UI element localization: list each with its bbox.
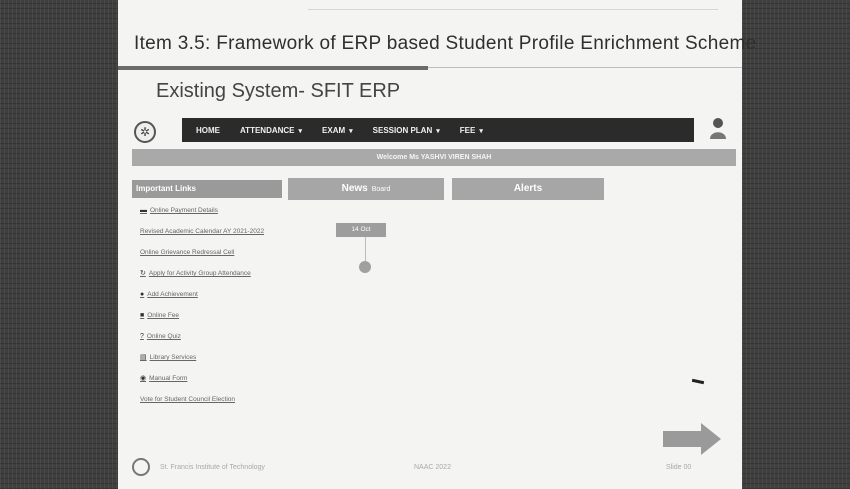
chevron-down-icon: ▾ <box>436 127 440 135</box>
link-add-achievement[interactable]: ● Add Achievement <box>140 290 290 299</box>
chevron-down-icon: ▾ <box>349 127 353 135</box>
card-icon: ▬ <box>140 207 147 214</box>
next-slide-arrow-icon[interactable] <box>663 423 721 455</box>
important-links-header: Important Links <box>132 180 282 198</box>
link-online-fee[interactable]: ■ Online Fee <box>140 311 290 320</box>
question-icon: ? <box>140 333 144 340</box>
college-logo-icon[interactable]: ✲ <box>134 121 156 143</box>
link-online-quiz[interactable]: ? Online Quiz <box>140 332 290 341</box>
link-academic-calendar[interactable]: Revised Academic Calendar AY 2021-2022 <box>140 227 290 236</box>
tab-alerts[interactable]: Alerts <box>452 178 604 200</box>
library-icon: ▤ <box>140 354 147 361</box>
link-student-council-vote[interactable]: Vote for Student Council Election <box>140 395 290 404</box>
footer-institute: St. Francis Institute of Technology <box>160 464 265 471</box>
link-online-payment-details[interactable]: ▬ Online Payment Details <box>140 206 290 215</box>
link-grievance-cell[interactable]: Online Grievance Redressal Cell <box>140 248 290 257</box>
timeline-line <box>365 237 366 262</box>
user-avatar-icon[interactable] <box>708 116 728 140</box>
link-library-services[interactable]: ▤ Library Services <box>140 353 290 362</box>
title-underline-thin <box>428 67 742 68</box>
nav-fee[interactable]: FEE ▾ <box>460 126 483 135</box>
chevron-down-icon: ▾ <box>479 127 483 135</box>
top-navbar: HOME ATTENDANCE ▾ EXAM ▾ SESSION PLAN ▾ FEE… <box>182 118 694 142</box>
top-divider <box>308 9 718 10</box>
nav-home[interactable]: HOME <box>196 126 220 135</box>
right-frame <box>742 0 850 489</box>
refresh-icon: ↻ <box>140 270 146 277</box>
nav-exam[interactable]: EXAM ▾ <box>322 126 353 135</box>
nav-attendance[interactable]: ATTENDANCE ▾ <box>240 126 302 135</box>
square-icon: ■ <box>140 312 145 319</box>
nav-session-plan[interactable]: SESSION PLAN ▾ <box>373 126 440 135</box>
news-date-badge: 14 Oct <box>336 223 386 237</box>
bullet-icon: ● <box>140 291 145 298</box>
title-underline <box>118 66 428 70</box>
welcome-bar: Welcome Ms YASHVI VIREN SHAH <box>132 149 736 166</box>
slide-subtitle: Existing System- SFIT ERP <box>156 80 401 102</box>
link-manual-form[interactable]: ◉ Manual Form <box>140 374 290 383</box>
tab-news[interactable]: News Board <box>288 178 444 200</box>
slide-title: Item 3.5: Framework of ERP based Student… <box>134 33 757 54</box>
footer-slide-number: Slide 00 <box>666 464 692 471</box>
eye-icon: ◉ <box>140 375 147 382</box>
important-links-list: ▬ Online Payment Details Revised Academic… <box>140 206 290 416</box>
footer-logo-icon <box>132 458 150 476</box>
footer-center: NAAC 2022 <box>414 464 451 471</box>
timeline-dot <box>359 261 371 273</box>
left-frame <box>0 0 118 489</box>
link-activity-attendance[interactable]: ↻ Apply for Activity Group Attendance <box>140 269 290 278</box>
pen-mark <box>691 378 705 385</box>
slide: Item 3.5: Framework of ERP based Student… <box>118 0 756 489</box>
chevron-down-icon: ▾ <box>298 127 303 135</box>
